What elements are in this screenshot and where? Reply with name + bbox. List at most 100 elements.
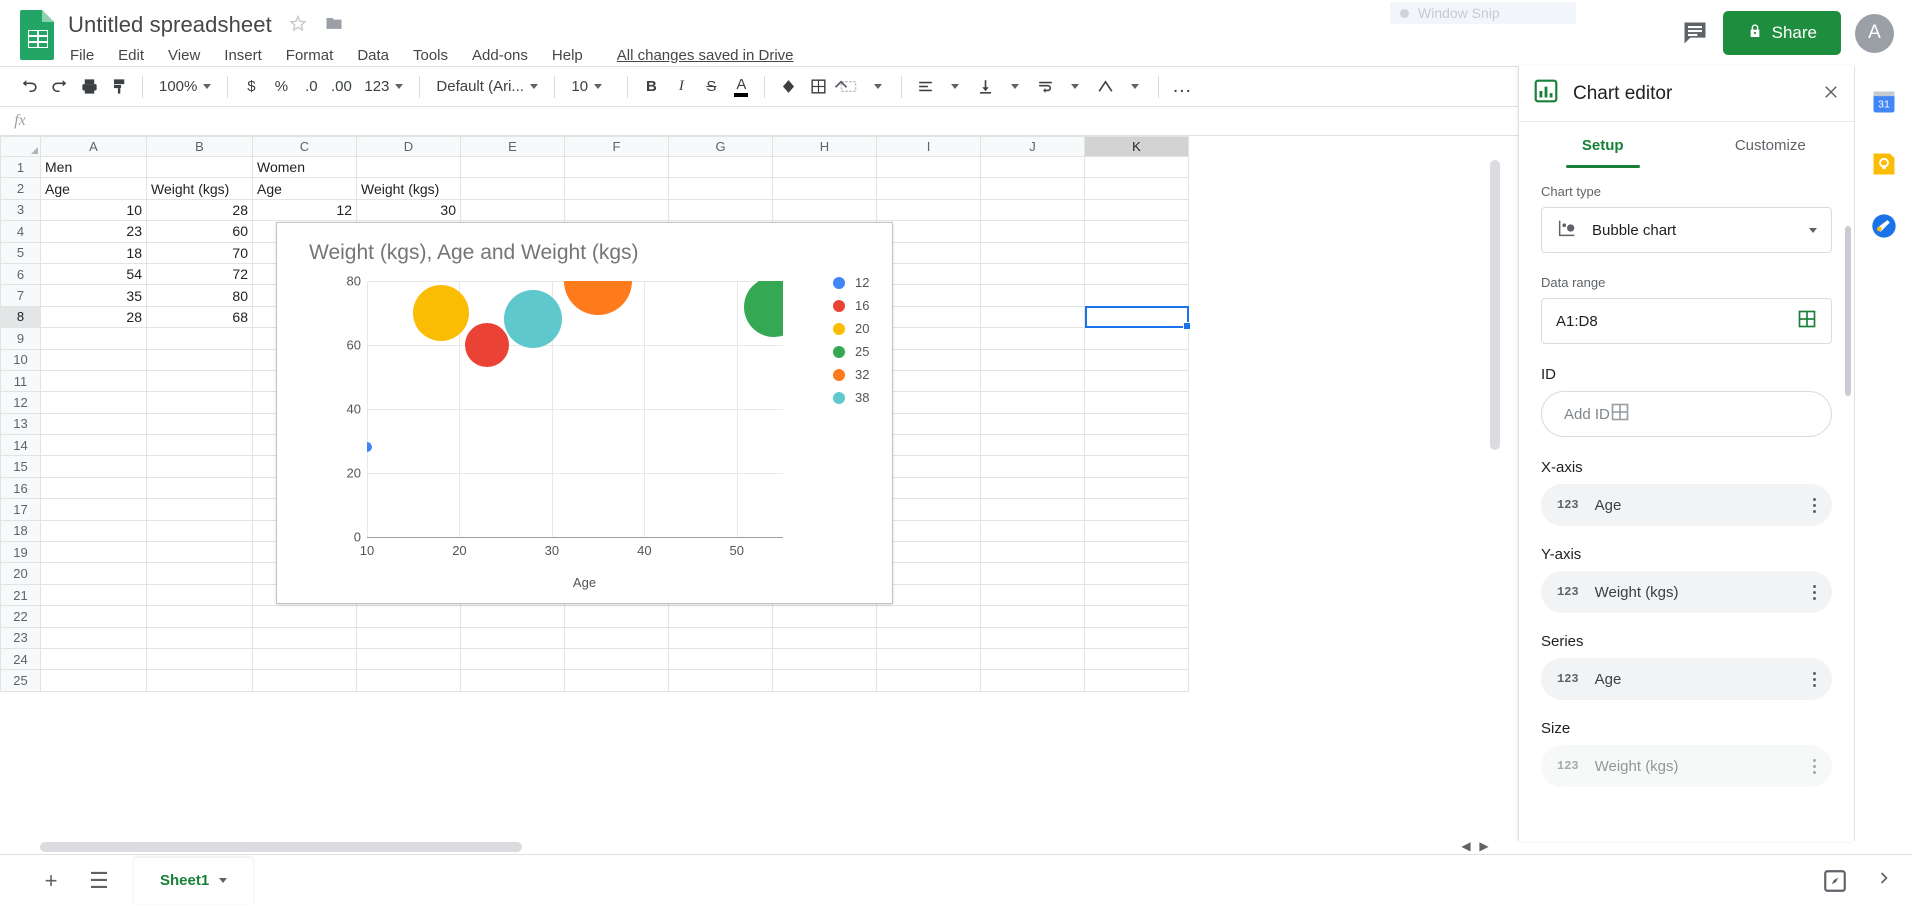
cell-B21[interactable]	[146, 583, 253, 607]
cell-J12[interactable]	[980, 391, 1085, 414]
y-axis-more-icon[interactable]	[1813, 584, 1816, 600]
cell-A15[interactable]	[40, 455, 147, 478]
sheet-tab-sheet1[interactable]: Sheet1	[134, 857, 254, 904]
cell-A25[interactable]	[40, 669, 147, 692]
column-header-j[interactable]: J	[980, 136, 1085, 157]
cell-A23[interactable]	[40, 626, 147, 649]
cell-B3[interactable]: 28	[146, 198, 253, 222]
print-icon[interactable]	[74, 72, 104, 102]
chart-bubble[interactable]	[465, 323, 510, 367]
cell-J22[interactable]	[980, 605, 1085, 628]
horizontal-scrollbar[interactable]	[0, 840, 1500, 854]
cell-G2[interactable]	[668, 177, 773, 200]
currency-format-button[interactable]: $	[236, 72, 266, 102]
cell-K23[interactable]	[1084, 626, 1189, 649]
menu-tools[interactable]: Tools	[411, 46, 450, 65]
cell-J19[interactable]	[980, 541, 1085, 564]
row-header-8[interactable]: 8	[0, 305, 41, 329]
cell-A11[interactable]	[40, 369, 147, 393]
row-header-6[interactable]: 6	[0, 262, 41, 286]
row-header-23[interactable]: 23	[0, 626, 41, 649]
cell-K5[interactable]	[1084, 241, 1189, 264]
cell-K19[interactable]	[1084, 541, 1189, 564]
cell-F22[interactable]	[564, 605, 669, 628]
row-header-4[interactable]: 4	[0, 220, 41, 243]
row-header-3[interactable]: 3	[0, 198, 41, 222]
cell-A18[interactable]	[40, 519, 147, 543]
cell-K22[interactable]	[1084, 605, 1189, 628]
cell-K2[interactable]	[1084, 177, 1189, 200]
number-format-selector[interactable]: 123	[356, 73, 411, 101]
cell-J20[interactable]	[980, 562, 1085, 585]
explore-icon[interactable]	[1822, 868, 1848, 894]
column-header-g[interactable]: G	[668, 136, 773, 157]
chart-legend-item[interactable]: 32	[833, 363, 869, 386]
cell-A6[interactable]: 54	[40, 262, 147, 286]
cell-I2[interactable]	[876, 177, 981, 200]
chart-bubble[interactable]	[504, 290, 563, 349]
vertical-scroll-thumb[interactable]	[1490, 160, 1500, 450]
column-header-d[interactable]: D	[356, 136, 461, 157]
cell-B23[interactable]	[146, 626, 253, 649]
add-id-field[interactable]: Add ID	[1541, 391, 1832, 437]
cell-K3[interactable]	[1084, 198, 1189, 222]
cell-A12[interactable]	[40, 391, 147, 414]
cell-K11[interactable]	[1084, 369, 1189, 393]
cell-I25[interactable]	[876, 669, 981, 692]
cell-J15[interactable]	[980, 455, 1085, 478]
cell-B17[interactable]	[146, 498, 253, 521]
cell-A24[interactable]	[40, 647, 147, 671]
cell-C1[interactable]: Women	[252, 155, 357, 179]
cell-K13[interactable]	[1084, 412, 1189, 436]
menu-help[interactable]: Help	[550, 46, 585, 65]
column-header-b[interactable]: B	[146, 136, 253, 157]
decrease-decimal-button[interactable]: .0	[296, 72, 326, 102]
cell-J16[interactable]	[980, 476, 1085, 500]
all-sheets-button[interactable]: ☰	[86, 868, 112, 894]
chart-legend-item[interactable]: 20	[833, 317, 869, 340]
cell-J18[interactable]	[980, 519, 1085, 543]
google-keep-icon[interactable]	[1870, 150, 1898, 178]
cell-H23[interactable]	[772, 626, 877, 649]
undo-icon[interactable]	[14, 72, 44, 102]
menu-file[interactable]: File	[68, 46, 96, 65]
row-header-25[interactable]: 25	[0, 669, 41, 692]
document-title[interactable]: Untitled spreadsheet	[68, 12, 272, 38]
chart-legend-item[interactable]: 25	[833, 340, 869, 363]
cell-A17[interactable]	[40, 498, 147, 521]
google-tasks-icon[interactable]	[1870, 212, 1898, 240]
cell-J10[interactable]	[980, 348, 1085, 371]
collapse-toolbar-icon[interactable]	[830, 73, 852, 100]
cell-K7[interactable]	[1084, 284, 1189, 307]
cell-A3[interactable]: 10	[40, 198, 147, 222]
row-header-18[interactable]: 18	[0, 519, 41, 543]
column-header-i[interactable]: I	[876, 136, 981, 157]
cell-A10[interactable]	[40, 348, 147, 371]
text-rotation-dropdown[interactable]	[1120, 72, 1150, 102]
cell-A7[interactable]: 35	[40, 284, 147, 307]
cell-J23[interactable]	[980, 626, 1085, 649]
chart-bubble[interactable]	[743, 281, 783, 337]
cell-B1[interactable]	[146, 155, 253, 179]
row-header-13[interactable]: 13	[0, 412, 41, 436]
increase-decimal-button[interactable]: .00	[326, 72, 356, 102]
row-header-21[interactable]: 21	[0, 583, 41, 607]
data-range-field[interactable]: A1:D8	[1541, 298, 1832, 344]
cell-H2[interactable]	[772, 177, 877, 200]
cell-I3[interactable]	[876, 198, 981, 222]
cell-K25[interactable]	[1084, 669, 1189, 692]
cell-J8[interactable]	[980, 305, 1085, 329]
row-header-1[interactable]: 1	[0, 155, 41, 179]
vertical-align-dropdown[interactable]	[1000, 72, 1030, 102]
x-axis-field[interactable]: 123 Age	[1541, 484, 1832, 526]
row-header-20[interactable]: 20	[0, 562, 41, 585]
cell-J9[interactable]	[980, 327, 1085, 350]
row-header-9[interactable]: 9	[0, 327, 41, 350]
menu-data[interactable]: Data	[355, 46, 391, 65]
menu-format[interactable]: Format	[284, 46, 336, 65]
cell-H1[interactable]	[772, 155, 877, 179]
cell-B11[interactable]	[146, 369, 253, 393]
scroll-left-icon[interactable]: ◀	[1458, 838, 1474, 854]
cell-G23[interactable]	[668, 626, 773, 649]
bold-button[interactable]: B	[636, 72, 666, 102]
